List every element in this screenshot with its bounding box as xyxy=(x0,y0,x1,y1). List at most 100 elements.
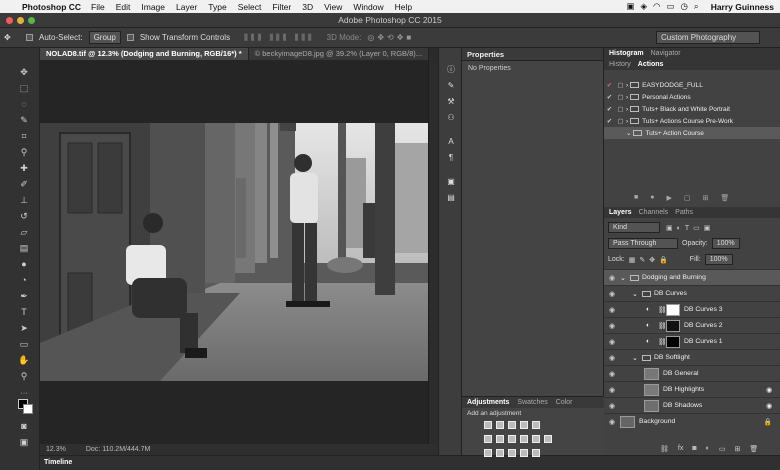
clone-source-icon[interactable]: ⚇ xyxy=(445,112,457,123)
crop-tool-icon[interactable]: ⌗ xyxy=(18,130,30,142)
menu-image[interactable]: Image xyxy=(141,2,165,12)
status-tray-icon[interactable]: ▣ xyxy=(626,1,634,12)
adjustment-icons-row-3[interactable] xyxy=(484,449,540,457)
layer-thumbnail[interactable] xyxy=(644,367,659,380)
tab-document-nolad8[interactable]: NOLAD8.tif @ 12.3% (Dodging and Burning,… xyxy=(40,48,249,60)
layer-mask-thumbnail[interactable] xyxy=(666,303,680,316)
doc-size[interactable]: Doc: 110.2M/444.7M xyxy=(86,446,150,453)
lock-icons[interactable]: ▦✎✥🔒 xyxy=(629,256,672,264)
layer-kind-dropdown[interactable]: Kind xyxy=(608,222,660,233)
tab-channels[interactable]: Channels xyxy=(639,207,669,218)
new-layer-icon[interactable]: ⊞ xyxy=(734,445,740,453)
tab-histogram[interactable]: Histogram xyxy=(609,48,644,59)
layer-mask-thumbnail[interactable] xyxy=(666,319,680,332)
clock-icon[interactable]: ◷ xyxy=(681,1,688,12)
eraser-tool-icon[interactable]: ▱ xyxy=(18,226,30,238)
menu-help[interactable]: Help xyxy=(395,2,412,12)
layer-mask-thumbnail[interactable] xyxy=(666,335,680,348)
layer-row[interactable]: ◉ DB General xyxy=(604,365,780,381)
eyedropper-tool-icon[interactable]: ⚲ xyxy=(18,146,30,158)
battery-icon[interactable]: ▭ xyxy=(666,1,674,12)
layer-comps-icon[interactable]: ▣ xyxy=(445,176,457,187)
eye-icon[interactable]: ◉ xyxy=(604,338,620,346)
eye-icon[interactable]: ◉ xyxy=(604,274,620,282)
tab-adjustments[interactable]: Adjustments xyxy=(467,397,509,408)
chevron-right-icon[interactable]: › xyxy=(626,82,628,89)
trash-icon[interactable]: 🗑 xyxy=(720,194,729,202)
eye-icon[interactable]: ◉ xyxy=(604,306,620,314)
blur-tool-icon[interactable]: ● xyxy=(18,258,30,270)
tab-paths[interactable]: Paths xyxy=(675,207,693,218)
workspace-dropdown[interactable]: Custom Photography xyxy=(656,31,760,44)
hand-tool-icon[interactable]: ✋ xyxy=(18,354,30,366)
notes-icon[interactable]: ▤ xyxy=(445,192,457,203)
menu-3d[interactable]: 3D xyxy=(302,2,313,12)
shape-tool-icon[interactable]: ▭ xyxy=(18,338,30,350)
play-icon[interactable]: ▶ xyxy=(666,194,671,202)
clone-stamp-tool-icon[interactable]: ⊥ xyxy=(18,194,30,206)
tool-presets-icon[interactable]: ⚒ xyxy=(445,96,457,107)
brush-tool-icon[interactable]: ✐ xyxy=(18,178,30,190)
tab-layers[interactable]: Layers xyxy=(609,207,632,218)
eye-icon[interactable]: ◉ xyxy=(604,386,620,394)
character-icon[interactable]: A xyxy=(445,136,457,147)
adjustment-icons-row-1[interactable] xyxy=(484,421,540,429)
align-icons[interactable]: ⫼⫼⫼ ⫼⫼⫼ ⫼⫼⫼ xyxy=(244,33,315,43)
layer-thumbnail[interactable] xyxy=(644,383,659,396)
layer-effects-icon[interactable]: ◉ xyxy=(766,386,772,394)
layer-row[interactable]: ◉ ◐ ⛓ DB Curves 1 xyxy=(604,333,780,349)
add-mask-icon[interactable]: ◙ xyxy=(692,445,696,453)
3d-mode-icons[interactable]: ◎✥⟲✥■ xyxy=(367,33,414,42)
pen-tool-icon[interactable]: ✒ xyxy=(18,290,30,302)
chevron-right-icon[interactable]: › xyxy=(626,94,628,101)
new-adjustment-icon[interactable]: ◐ xyxy=(706,445,710,453)
eye-icon[interactable]: ◉ xyxy=(604,370,620,378)
fx-icon[interactable]: fx xyxy=(678,445,683,453)
eye-icon[interactable]: ◉ xyxy=(604,418,620,426)
menu-window[interactable]: Window xyxy=(353,2,383,12)
layer-row[interactable]: ◉ DB Highlights ◉ xyxy=(604,381,780,397)
document-photo[interactable] xyxy=(40,123,428,381)
search-icon[interactable]: ⌕ xyxy=(694,1,699,12)
filter-icons[interactable]: ▣◐T▭▣ xyxy=(666,224,714,232)
opacity-field[interactable]: 100% xyxy=(711,238,740,249)
tab-document-becky[interactable]: © beckyimageD8.jpg @ 39.2% (Layer 0, RGB… xyxy=(248,48,430,60)
layer-effects-icon[interactable]: ◉ xyxy=(766,402,772,410)
menu-layer[interactable]: Layer xyxy=(176,2,197,12)
new-action-icon[interactable]: ⊞ xyxy=(702,194,708,202)
chevron-right-icon[interactable]: › xyxy=(626,106,628,113)
history-brush-tool-icon[interactable]: ↺ xyxy=(18,210,30,222)
screen-mode-icon[interactable]: ▣ xyxy=(18,436,30,448)
user-name[interactable]: Harry Guinness xyxy=(711,2,774,12)
tab-swatches[interactable]: Swatches xyxy=(517,397,547,408)
link-layers-icon[interactable]: ⛓ xyxy=(660,445,669,453)
stop-icon[interactable]: ■ xyxy=(634,194,638,202)
tab-history[interactable]: History xyxy=(609,59,631,70)
tab-navigator[interactable]: Navigator xyxy=(651,48,681,59)
canvas-vertical-scrollbar[interactable] xyxy=(428,60,438,444)
chevron-down-icon[interactable]: ⌄ xyxy=(632,354,640,362)
adjustment-icons-row-2[interactable] xyxy=(484,435,552,443)
action-set-course[interactable]: ⌄ Tuts+ Action Course xyxy=(604,127,780,139)
tab-color[interactable]: Color xyxy=(556,397,573,408)
action-set-easydodge[interactable]: ✔ ▢ › EASYDODGE_FULL xyxy=(604,79,780,91)
layer-thumbnail[interactable] xyxy=(644,399,659,412)
layer-row[interactable]: ◉ ⌄ DB Softlight xyxy=(604,349,780,365)
brush-presets-icon[interactable]: ✎ xyxy=(445,80,457,91)
layer-row[interactable]: ◉ ⌄ Dodging and Burning xyxy=(604,269,780,285)
quick-mask-icon[interactable]: ◙ xyxy=(18,420,30,432)
background-color-swatch[interactable] xyxy=(23,404,33,414)
lasso-tool-icon[interactable]: ◌ xyxy=(18,98,30,110)
gradient-tool-icon[interactable]: ▤ xyxy=(18,242,30,254)
new-group-icon[interactable]: ▭ xyxy=(719,445,726,453)
menu-file[interactable]: File xyxy=(91,2,105,12)
action-set-course-prework[interactable]: ✔ ▢ › Tuts+ Actions Course Pre-Work xyxy=(604,115,780,127)
layer-row[interactable]: ◉ DB Shadows ◉ xyxy=(604,397,780,413)
transform-controls-checkbox[interactable] xyxy=(126,34,134,41)
record-icon[interactable]: ● xyxy=(650,194,654,202)
action-set-bw-portrait[interactable]: ✔ ▢ › Tuts+ Black and White Portrait xyxy=(604,103,780,115)
layer-row[interactable]: ◉ ◐ ⛓ DB Curves 3 xyxy=(604,301,780,317)
move-tool-icon[interactable]: ✥ xyxy=(4,33,11,42)
canvas-area[interactable] xyxy=(40,60,428,444)
eye-icon[interactable]: ◉ xyxy=(604,402,620,410)
